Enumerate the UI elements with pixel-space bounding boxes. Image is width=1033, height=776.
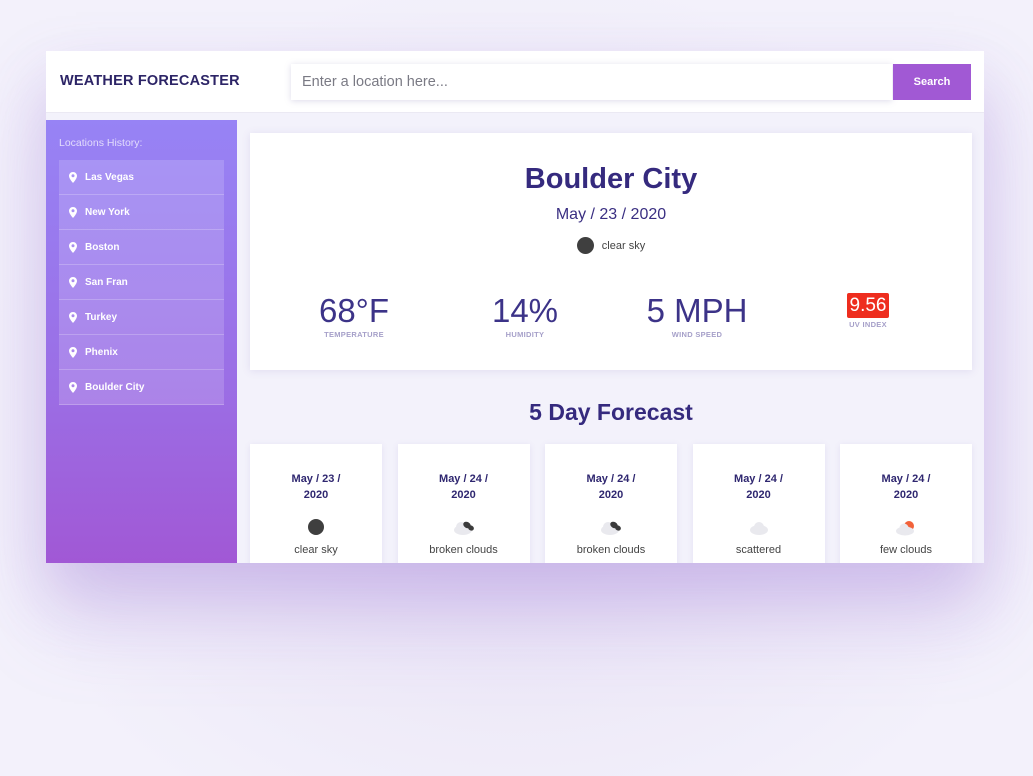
history-item-label: San Fran [85,276,128,288]
map-pin-icon [69,241,77,253]
forecast-description: clear sky [294,544,338,556]
forecast-date-line: May / 24 / [439,473,488,485]
history-item-label: Turkey [85,311,118,323]
humidity-value: 14% [491,292,559,329]
history-item-label: Boulder City [85,381,145,393]
forecast-date-year: 2020 [598,489,624,501]
forecast-date-line: May / 23 / [291,473,341,485]
forecast-title: 5 Day Forecast [529,399,693,425]
forecast-card: May / 24 / 2020 few clouds [840,444,972,563]
current-date: May / 23 / 2020 [555,206,667,223]
locations-sidebar: Locations History: Las Vegas New York Bo… [46,120,237,563]
clear-sky-icon [576,237,594,254]
broken-clouds-icon [453,521,474,535]
forecast-date: May / 23 / 2020 [250,471,382,503]
forecast-date-year: 2020 [303,489,329,501]
map-pin-icon [69,171,77,183]
forecast-date: May / 24 / 2020 [693,471,825,503]
search-button[interactable]: Search [893,64,971,100]
history-item-san-fran[interactable]: San Fran [59,265,224,300]
scattered-clouds-icon [749,522,768,535]
history-item-boulder-city[interactable]: Boulder City [59,370,224,405]
city-name: Boulder City [524,163,698,195]
current-weather-card: Boulder City May / 23 / 2020 clear sky 6… [250,133,972,370]
broken-clouds-icon [601,521,621,535]
history-item-label: Boston [85,241,120,253]
forecast-date-line: May / 24 / [881,473,931,485]
forecast-date-year: 2020 [893,489,919,501]
wind-speed-label: WIND SPEED [671,330,723,339]
few-clouds-icon [896,521,914,536]
map-pin-icon [69,276,77,288]
wind-speed-metric: 5 MPH WIND SPEED [627,292,767,340]
locations-history-title: Locations History: [59,137,143,149]
forecast-date-line: May / 24 / [586,473,636,485]
forecast-date: May / 24 / 2020 [545,471,677,503]
forecast-date-year: 2020 [451,489,476,501]
forecast-card: May / 24 / 2020 scattered [692,444,825,563]
forecast-description: few clouds [880,544,932,556]
history-item-turkey[interactable]: Turkey [59,300,224,335]
condition-text: clear sky [601,239,646,252]
current-condition: clear sky [250,237,972,254]
forecast-description: scattered [735,544,782,556]
history-item-label: New York [85,206,130,218]
history-item-label: Las Vegas [85,171,134,183]
wind-speed-value: 5 MPH [646,292,748,329]
humidity-metric: 14% HUMIDITY [455,292,595,340]
forecast-date: May / 24 / 2020 [398,471,530,503]
forecast-date-line: May / 24 / [734,473,783,485]
uv-index-label: UV INDEX [849,320,887,329]
forecast-date: May / 24 / 2020 [840,471,972,503]
map-pin-icon [69,206,77,218]
forecast-row: May / 23 / 2020 clear sky May / 24 / 202… [250,444,972,563]
history-item-label: Phenix [85,346,118,358]
humidity-label: HUMIDITY [505,330,545,339]
app-window: WEATHER FORECASTER Search Locations Hist… [46,51,984,563]
location-history-list: Las Vegas New York Boston San Fran Turke… [59,160,224,405]
map-pin-icon [69,311,77,323]
temperature-metric: 68°F TEMPERATURE [284,292,424,340]
clear-sky-icon [308,519,324,535]
location-search-input[interactable] [291,64,892,100]
temperature-value: 68°F [318,292,390,329]
history-item-boston[interactable]: Boston [59,230,224,265]
history-item-phenix[interactable]: Phenix [59,335,224,370]
uv-index-metric: 9.56 UV INDEX [798,293,938,329]
forecast-card: May / 24 / 2020 broken clouds [397,444,530,563]
main-content: Boulder City May / 23 / 2020 clear sky 6… [250,133,972,563]
brand-title: WEATHER FORECASTER [60,73,240,89]
forecast-date-year: 2020 [746,489,771,501]
forecast-description: broken clouds [576,544,646,556]
top-header: WEATHER FORECASTER Search [46,51,984,113]
forecast-card: May / 24 / 2020 broken clouds [545,444,677,563]
temperature-label: TEMPERATURE [324,330,384,339]
uv-index-badge: 9.56 [846,293,890,318]
map-pin-icon [69,346,77,358]
forecast-description: broken clouds [429,544,498,556]
history-item-new-york[interactable]: New York [59,195,224,230]
map-pin-icon [69,381,77,393]
forecast-card: May / 23 / 2020 clear sky [250,444,382,563]
history-item-las-vegas[interactable]: Las Vegas [59,160,224,195]
